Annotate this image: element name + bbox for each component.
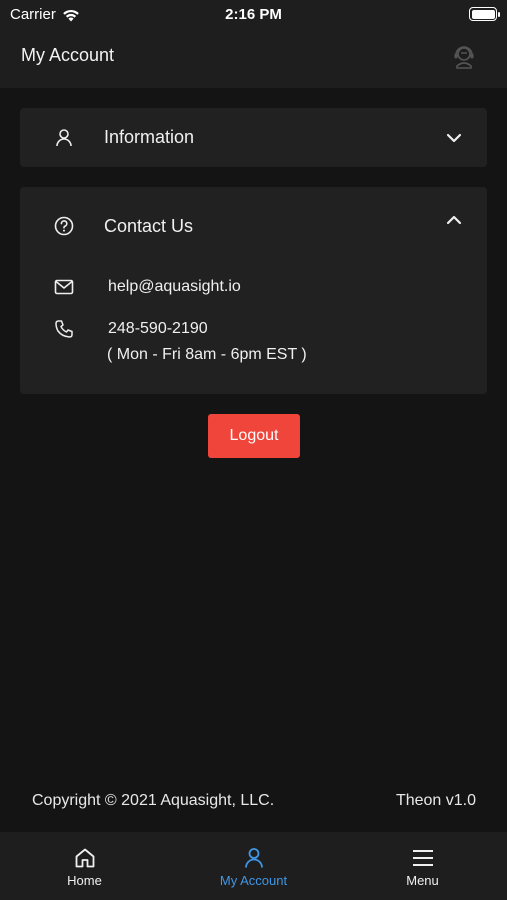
tab-my-account-label: My Account xyxy=(219,873,288,888)
app-header: My Account xyxy=(0,30,507,88)
person-icon xyxy=(56,129,72,147)
contact-hours: ( Mon - Fri 8am - 6pm EST ) xyxy=(107,346,307,363)
information-header[interactable]: Information xyxy=(20,108,487,167)
tab-my-account[interactable]: My Account xyxy=(169,832,338,900)
status-time: 2:16 PM xyxy=(225,6,282,23)
headset-support-icon[interactable] xyxy=(451,44,477,70)
information-section: Information xyxy=(20,108,487,167)
page-title: My Account xyxy=(21,45,115,65)
tab-menu[interactable]: Menu xyxy=(338,832,507,900)
tab-home-label: Home xyxy=(67,873,102,888)
contact-title: Contact Us xyxy=(104,216,194,236)
bottom-tab-bar: Home My Account Menu xyxy=(0,832,507,900)
tab-home[interactable]: Home xyxy=(0,832,169,900)
battery-icon xyxy=(469,7,500,21)
contact-header[interactable]: Contact Us xyxy=(20,187,487,246)
home-icon xyxy=(75,848,94,868)
chevron-up-icon[interactable] xyxy=(445,214,463,226)
hamburger-menu-icon xyxy=(412,850,433,866)
status-bar: Carrier 2:16 PM xyxy=(0,0,507,30)
copyright-text: Copyright © 2021 Aquasight, LLC. xyxy=(32,792,275,809)
mail-icon xyxy=(54,279,74,295)
chevron-down-icon[interactable] xyxy=(445,132,463,144)
person-icon xyxy=(244,848,263,868)
information-title: Information xyxy=(104,127,195,147)
contact-section: Contact Us help@aquasight.io 248-590-219… xyxy=(20,187,487,394)
logout-button[interactable]: Logout xyxy=(208,414,300,458)
question-circle-icon xyxy=(54,216,74,236)
account-screen: Carrier 2:16 PM My Account Information C… xyxy=(0,0,507,900)
contact-email[interactable]: help@aquasight.io xyxy=(108,278,241,296)
tab-menu-label: Menu xyxy=(406,873,439,888)
contact-phone[interactable]: 248-590-2190 xyxy=(108,320,208,338)
phone-icon xyxy=(55,320,73,338)
app-version: Theon v1.0 xyxy=(395,792,476,809)
